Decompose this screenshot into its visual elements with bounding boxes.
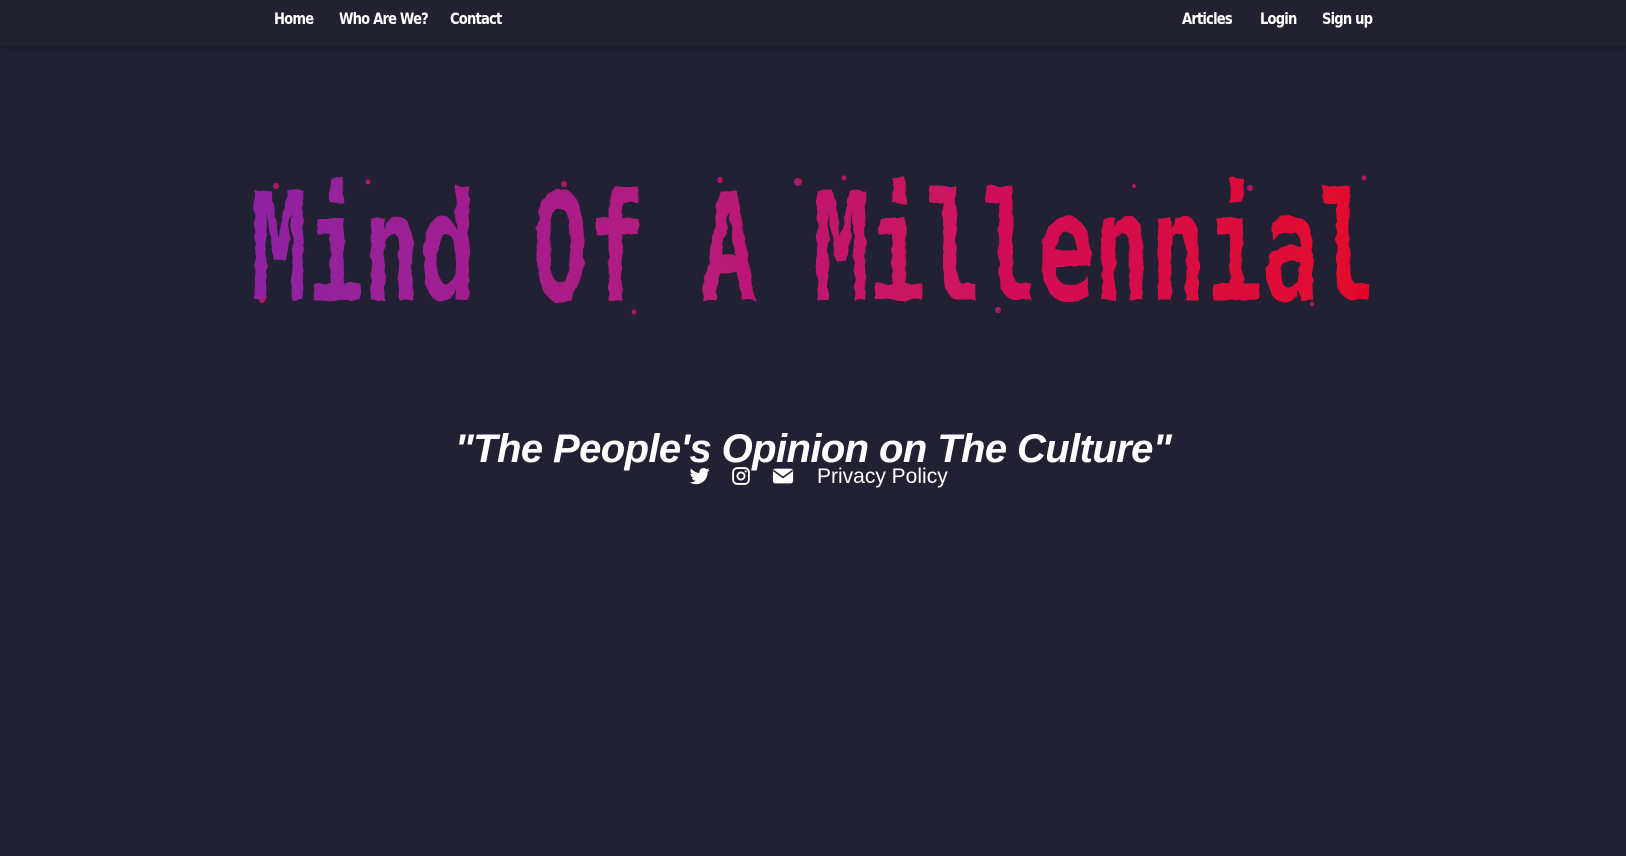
nav-contact-link[interactable]: Contact (450, 9, 502, 28)
twitter-icon[interactable] (690, 466, 712, 488)
site-logo-graphic: Mind Of A Millennial (251, 172, 1375, 332)
top-navbar: Home Who Are We? Contact Articles Login … (0, 0, 1626, 46)
nav-home-link[interactable]: Home (274, 9, 314, 28)
site-logo-text: Mind Of A Millennial (251, 172, 1375, 332)
envelope-icon[interactable] (772, 466, 796, 488)
site-logo[interactable]: Mind Of A Millennial (246, 172, 1380, 332)
nav-who-are-we-link[interactable]: Who Are We? (339, 9, 429, 28)
privacy-policy-link[interactable]: Privacy Policy (817, 465, 948, 489)
nav-articles-link[interactable]: Articles (1182, 9, 1233, 28)
nav-signup-link[interactable]: Sign up (1322, 9, 1373, 28)
nav-login-link[interactable]: Login (1260, 9, 1297, 28)
social-links-row: Privacy Policy (0, 462, 1626, 492)
instagram-icon[interactable] (731, 466, 753, 488)
